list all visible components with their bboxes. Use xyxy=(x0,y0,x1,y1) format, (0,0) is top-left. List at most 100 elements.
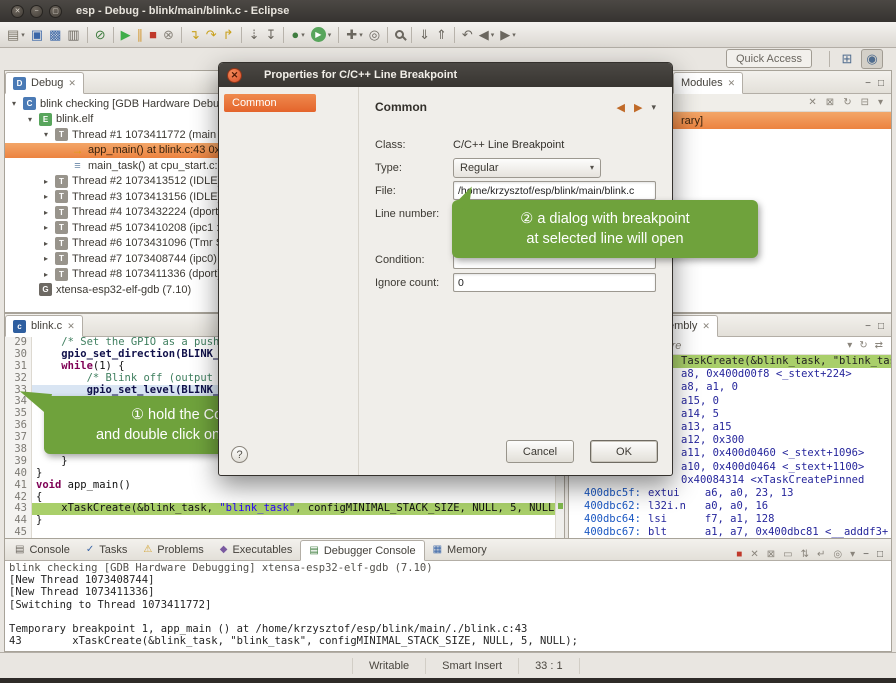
tab-modules[interactable]: Modules ✕ xyxy=(673,72,743,94)
new-c-project-icon[interactable]: ✚▾ xyxy=(344,25,364,45)
save-icon[interactable]: ▣ xyxy=(29,25,45,45)
print-icon[interactable]: ▥ xyxy=(65,25,81,45)
line-number[interactable]: 41 xyxy=(5,480,27,492)
search-icon[interactable] xyxy=(393,25,406,45)
open-element-icon[interactable]: ◎ xyxy=(367,25,382,45)
terminate-icon[interactable]: ■ xyxy=(147,25,159,45)
help-button[interactable]: ? xyxy=(231,446,248,463)
skip-all-breakpoints-icon[interactable]: ⊘ xyxy=(93,25,108,45)
glyph: ↶ xyxy=(462,28,473,41)
dialog-close-button[interactable]: ✕ xyxy=(227,68,242,83)
quick-access-button[interactable]: Quick Access xyxy=(726,49,812,68)
sync-selection-icon[interactable]: ⇄ xyxy=(875,340,883,351)
debug-perspective-icon[interactable]: ◉ xyxy=(861,49,883,69)
maximize-icon[interactable]: □ xyxy=(877,549,883,560)
forward-icon[interactable]: ▶ xyxy=(634,101,642,114)
expand-arrow-icon[interactable]: ▸ xyxy=(41,254,51,263)
collapse-all-icon[interactable]: ⊟ xyxy=(861,97,869,108)
clear-console-icon[interactable]: ▭ xyxy=(783,549,792,560)
close-icon[interactable]: ✕ xyxy=(67,321,75,332)
back-icon[interactable]: ◀ xyxy=(617,101,625,114)
minimize-icon[interactable]: − xyxy=(865,321,871,332)
location-dropdown-icon[interactable]: ▾ xyxy=(847,340,852,351)
expand-arrow-icon[interactable]: ▾ xyxy=(41,130,51,139)
view-menu-icon[interactable]: ▾ xyxy=(878,97,883,108)
asm-instruction: l32i.n a0, a0, 16 xyxy=(648,500,768,512)
line-number[interactable]: 32 xyxy=(5,373,27,385)
close-icon[interactable]: ✕ xyxy=(702,321,710,332)
remove-module-icon[interactable]: ✕ xyxy=(808,97,816,108)
window-titlebar: ✕−▢ esp - Debug - blink/main/blink.c - E… xyxy=(0,0,896,22)
remove-all-modules-icon[interactable]: ⊠ xyxy=(826,97,834,108)
save-all-icon[interactable]: ▩ xyxy=(47,25,63,45)
sidebar-item-common[interactable]: Common xyxy=(224,94,316,112)
ok-button[interactable]: OK xyxy=(590,440,658,463)
close-icon[interactable]: ✕ xyxy=(68,78,76,89)
terminate-icon[interactable]: ■ xyxy=(736,549,742,560)
instruction-stepping-icon[interactable]: ⇣ xyxy=(247,25,262,45)
minimize-icon[interactable]: − xyxy=(865,78,871,89)
line-number[interactable]: 31 xyxy=(5,361,27,373)
close-icon[interactable]: ✕ xyxy=(728,78,736,89)
step-into-icon[interactable]: ↴ xyxy=(187,25,202,45)
minimize-icon[interactable]: − xyxy=(863,549,869,560)
run-icon[interactable]: ▶▾ xyxy=(309,25,334,45)
expand-arrow-icon[interactable]: ▸ xyxy=(41,208,51,217)
minimize-button[interactable]: − xyxy=(30,5,43,18)
drop-to-frame-icon[interactable]: ↧ xyxy=(264,25,279,45)
display-selected-console-icon[interactable]: ▾ xyxy=(850,549,855,560)
expand-arrow-icon[interactable]: ▾ xyxy=(9,99,19,108)
suspend-icon[interactable]: ∥ xyxy=(135,25,146,45)
forward-icon[interactable]: ▶▾ xyxy=(498,25,518,45)
tab-executables[interactable]: ◆Executables xyxy=(212,539,301,560)
expand-arrow-icon[interactable]: ▾ xyxy=(25,115,35,124)
desktop-edge xyxy=(0,678,896,683)
resume-icon[interactable]: ▶ xyxy=(119,25,133,45)
disconnect-icon[interactable]: ⊗ xyxy=(161,25,176,45)
word-wrap-icon[interactable]: ↵ xyxy=(817,549,825,560)
previous-annotation-icon[interactable]: ⇑ xyxy=(434,25,449,45)
console-line: [New Thread 1073411336] xyxy=(9,586,887,598)
new-wizard-icon[interactable]: ▤▾ xyxy=(5,25,27,45)
open-perspective-icon[interactable]: ⊞ xyxy=(836,49,858,69)
debug-icon[interactable]: ●▾ xyxy=(289,25,306,45)
file-field[interactable] xyxy=(453,181,656,200)
ignore-count-field[interactable] xyxy=(453,273,656,292)
remove-launch-icon[interactable]: ✕ xyxy=(750,549,758,560)
step-return-icon[interactable]: ↱ xyxy=(221,25,236,45)
tab-debug[interactable]: D Debug ✕ xyxy=(5,72,84,94)
maximize-icon[interactable]: □ xyxy=(878,78,884,89)
last-edit-location-icon[interactable]: ↶ xyxy=(460,25,475,45)
tab-console[interactable]: ▤Console xyxy=(7,539,78,560)
tab-blink-c[interactable]: c blink.c ✕ xyxy=(5,315,83,337)
line-number[interactable]: 39 xyxy=(5,456,27,468)
pin-console-icon[interactable]: ◎ xyxy=(833,549,842,560)
console-output[interactable]: blink checking [GDB Hardware Debugging] … xyxy=(5,561,891,651)
tab-label: Debugger Console xyxy=(324,545,416,557)
next-annotation-icon[interactable]: ⇓ xyxy=(417,25,432,45)
expand-arrow-icon[interactable]: ▸ xyxy=(41,192,51,201)
cancel-button[interactable]: Cancel xyxy=(506,440,574,463)
back-icon[interactable]: ◀▾ xyxy=(477,25,497,45)
step-over-icon[interactable]: ↷ xyxy=(204,25,219,45)
view-menu-icon[interactable]: ▾ xyxy=(651,102,656,113)
line-number[interactable]: 45 xyxy=(5,527,27,538)
expand-arrow-icon[interactable]: ▸ xyxy=(41,239,51,248)
expand-arrow-icon[interactable]: ▸ xyxy=(41,177,51,186)
line-number[interactable]: 30 xyxy=(5,349,27,361)
maximize-button[interactable]: ▢ xyxy=(49,5,62,18)
expand-arrow-icon[interactable]: ▸ xyxy=(41,270,51,279)
type-dropdown[interactable]: Regular ▾ xyxy=(453,158,601,178)
scroll-lock-icon[interactable]: ⇅ xyxy=(801,549,809,560)
close-button[interactable]: ✕ xyxy=(11,5,24,18)
expand-arrow-icon[interactable]: ▸ xyxy=(41,223,51,232)
tab-debugger-console[interactable]: ▤Debugger Console xyxy=(300,540,424,561)
remove-all-launches-icon[interactable]: ⊠ xyxy=(767,549,775,560)
refresh-view-icon[interactable]: ↻ xyxy=(859,340,867,351)
refresh-icon[interactable]: ↻ xyxy=(843,97,851,108)
tab-tasks[interactable]: ✓Tasks xyxy=(78,539,136,560)
line-number[interactable]: 40 xyxy=(5,468,27,480)
tab-memory[interactable]: ▦Memory xyxy=(425,539,495,560)
tab-problems[interactable]: ⚠Problems xyxy=(135,539,211,560)
maximize-icon[interactable]: □ xyxy=(878,321,884,332)
